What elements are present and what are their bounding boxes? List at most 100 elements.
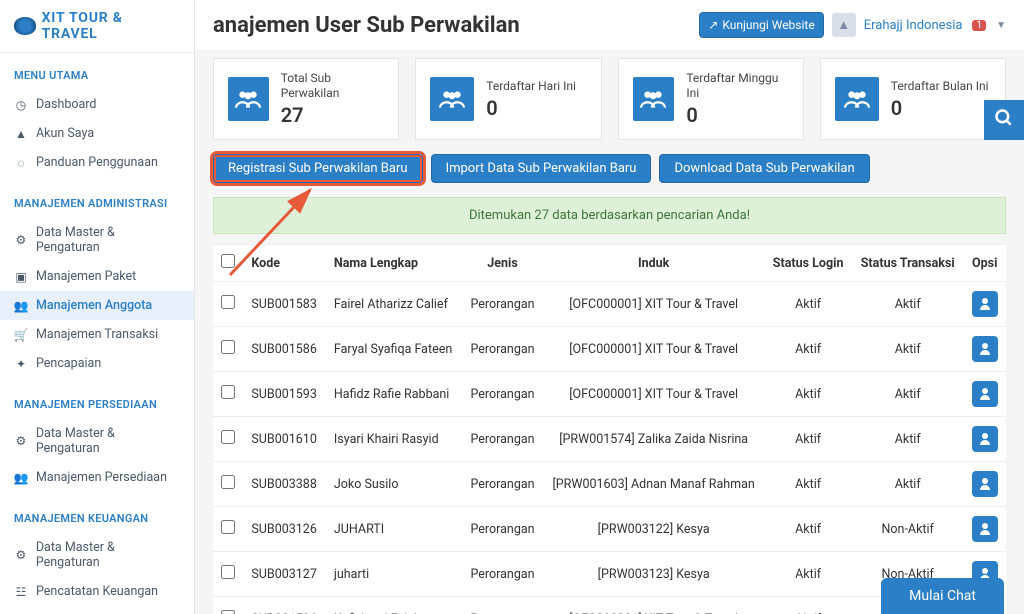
select-all-checkbox[interactable] [221, 254, 235, 268]
row-checkbox[interactable] [221, 295, 235, 309]
table-row: SUB003126JUHARTIPerorangan[PRW003122] Ke… [213, 507, 1006, 552]
menu-label: Akun Saya [36, 126, 94, 141]
search-button[interactable] [984, 100, 1024, 140]
cell-nama: Fairel Atharizz Calief [326, 282, 462, 327]
cell-nama: Faryal Syafiqa Fateen [326, 327, 462, 372]
start-chat-button[interactable]: Mulai Chat [881, 578, 1004, 614]
logo[interactable]: XIT TOUR & TRAVEL [0, 0, 194, 53]
chevron-down-icon[interactable]: ▼ [996, 20, 1006, 31]
table-row: SUB001610Isyari Khairi RasyidPerorangan[… [213, 417, 1006, 462]
sidebar-item[interactable]: ▣ Manajemen Paket [0, 262, 194, 291]
sidebar-item[interactable]: 👥Manajemen Anggota [0, 291, 194, 320]
row-action-button[interactable] [972, 471, 998, 497]
cell-jenis: Perorangan [462, 462, 543, 507]
cell-jenis: Perorangan [462, 327, 543, 372]
cell-jenis: Perorangan [462, 417, 543, 462]
cell-nama: Kafi Amal Falah [326, 597, 462, 614]
cell-nama: JUHARTI [326, 507, 462, 552]
row-checkbox[interactable] [221, 430, 235, 444]
menu-icon: ▣ [14, 270, 28, 284]
menu-group-title: MANAJEMEN ADMINISTRASI [0, 193, 194, 218]
user-icon: ▲ [837, 17, 850, 33]
cell-login: Aktif [764, 327, 852, 372]
row-checkbox[interactable] [221, 475, 235, 489]
cell-jenis: Perorangan [462, 552, 543, 597]
actions-row: Registrasi Sub Perwakilan Baru Import Da… [213, 154, 1006, 183]
download-data-button[interactable]: Download Data Sub Perwakilan [659, 154, 869, 183]
sidebar-item[interactable]: ▲ Akun Saya [0, 119, 194, 148]
menu-label: Pencatatan Keuangan [36, 584, 158, 599]
sidebar-item[interactable]: ⚙ Data Master & Pengaturan [0, 419, 194, 463]
menu-label: Data Master & Pengaturan [36, 426, 180, 456]
row-checkbox[interactable] [221, 565, 235, 579]
sidebar-item[interactable]: ⚙Data Master & Pengaturan [0, 218, 194, 262]
stat-card: Terdaftar Bulan Ini0 [820, 58, 1006, 140]
sidebar-item[interactable]: ◌Panduan Penggunaan [0, 148, 194, 177]
cell-jenis: Perorangan [462, 372, 543, 417]
users-icon [430, 77, 474, 121]
notification-badge[interactable]: 1 [972, 20, 986, 31]
row-checkbox[interactable] [221, 340, 235, 354]
sidebar-item[interactable]: ◻Pengelolaan Aset [0, 606, 194, 614]
row-action-button[interactable] [972, 381, 998, 407]
row-action-button[interactable] [972, 336, 998, 362]
sidebar-item[interactable]: ⚙Data Master & Pengaturan [0, 533, 194, 577]
sidebar-item[interactable]: ☳ Pencatatan Keuangan [0, 577, 194, 606]
column-header: Nama Lengkap [326, 245, 462, 282]
menu-icon: ⚙ [14, 434, 28, 448]
users-icon [228, 77, 269, 121]
row-checkbox[interactable] [221, 610, 235, 614]
cell-login: Aktif [764, 462, 852, 507]
menu-label: Manajemen Paket [36, 269, 136, 284]
menu-icon: ☳ [14, 585, 28, 599]
stat-label: Terdaftar Minggu Ini [686, 71, 788, 101]
stat-label: Terdaftar Hari Ini [486, 79, 576, 94]
visit-website-button[interactable]: ↗ Kunjungi Website [699, 12, 823, 38]
cell-nama: Joko Susilo [326, 462, 462, 507]
cell-kode: SUB001610 [243, 417, 326, 462]
data-table: KodeNama LengkapJenisIndukStatus LoginSt… [213, 244, 1006, 614]
column-header: Jenis [462, 245, 543, 282]
sidebar-item[interactable]: ◷Dashboard [0, 90, 194, 119]
user-name[interactable]: Erahajj Indonesia [864, 18, 963, 33]
menu-icon: ◌ [14, 156, 28, 170]
cell-login: Aktif [764, 597, 852, 614]
cell-induk: [PRW001603] Adnan Manaf Rahman [543, 462, 764, 507]
cell-induk: [PRW003122] Kesya [543, 507, 764, 552]
stat-value: 0 [686, 103, 788, 127]
cell-kode: SUB003127 [243, 552, 326, 597]
cell-trans: Aktif [852, 462, 963, 507]
sidebar-item[interactable]: 👥Manajemen Persediaan [0, 463, 194, 492]
row-action-button[interactable] [972, 426, 998, 452]
logo-icon [14, 17, 36, 35]
column-header: Opsi [963, 245, 1006, 282]
cell-trans: Aktif [852, 417, 963, 462]
users-icon [633, 77, 675, 121]
menu-label: Pencapaian [36, 356, 101, 371]
cell-induk: [OFC000001] XIT Tour & Travel [543, 372, 764, 417]
sidebar-item[interactable]: 🛒Manajemen Transaksi [0, 320, 194, 349]
cell-kode: SUB001586 [243, 327, 326, 372]
cell-induk: [OFC000001] XIT Tour & Travel [543, 597, 764, 614]
avatar[interactable]: ▲ [832, 13, 856, 37]
menu-icon: ▲ [14, 127, 28, 141]
row-checkbox[interactable] [221, 385, 235, 399]
sidebar: XIT TOUR & TRAVEL MENU UTAMA◷Dashboard▲A… [0, 0, 195, 614]
table-row: SUB001583Fairel Atharizz CaliefPeroranga… [213, 282, 1006, 327]
menu-label: Manajemen Transaksi [36, 327, 158, 342]
menu-label: Data Master & Pengaturan [36, 540, 180, 570]
cell-induk: [PRW003123] Kesya [543, 552, 764, 597]
stat-value: 0 [891, 96, 989, 120]
brand-name: XIT TOUR & TRAVEL [42, 10, 180, 42]
row-action-button[interactable] [972, 291, 998, 317]
header-bar: anajemen User Sub Perwakilan ↗ Kunjungi … [195, 0, 1024, 50]
import-data-button[interactable]: Import Data Sub Perwakilan Baru [431, 154, 652, 183]
row-action-button[interactable] [972, 516, 998, 542]
register-sub-button[interactable]: Registrasi Sub Perwakilan Baru [213, 154, 423, 183]
cell-login: Aktif [764, 507, 852, 552]
stat-value: 0 [486, 96, 576, 120]
column-header: Kode [243, 245, 326, 282]
sidebar-item[interactable]: ✦Pencapaian [0, 349, 194, 378]
search-icon [994, 108, 1014, 133]
row-checkbox[interactable] [221, 520, 235, 534]
